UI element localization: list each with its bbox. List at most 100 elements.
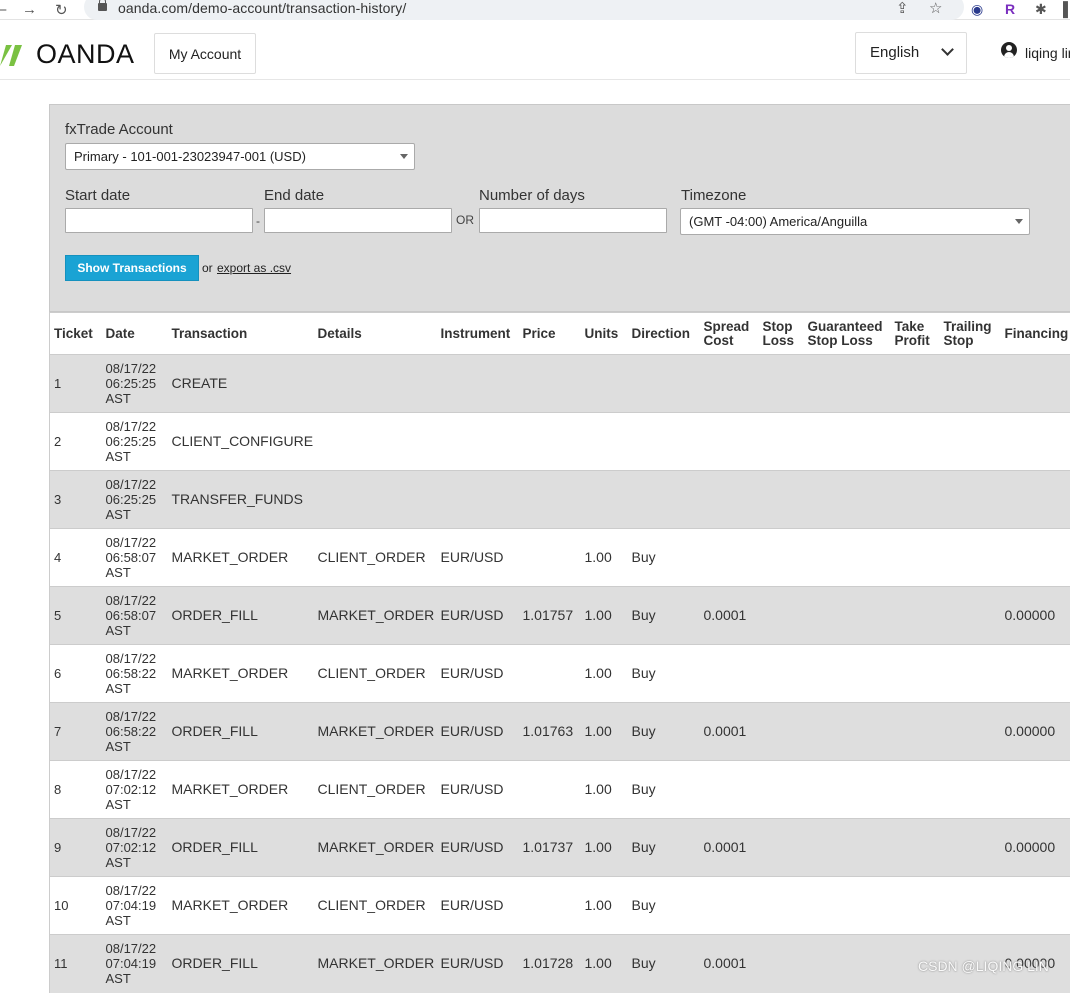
trailing-stop-cell	[940, 529, 1001, 587]
instrument-cell: EUR/USD	[437, 819, 519, 877]
price-cell	[519, 645, 581, 703]
table-row[interactable]: 1008/17/22 07:04:19 ASTMARKET_ORDERCLIEN…	[50, 877, 1070, 935]
direction-cell	[628, 471, 700, 529]
oanda-logo-icon[interactable]	[0, 42, 26, 68]
account-select[interactable]: Primary - 101-001-23023947-001 (USD)	[65, 143, 415, 170]
ticket-cell: 6	[50, 645, 102, 703]
date-cell: 08/17/22 07:02:12 AST	[102, 819, 168, 877]
reload-icon[interactable]: ↻	[55, 1, 68, 19]
timezone-select[interactable]: (GMT -04:00) America/Anguilla	[680, 208, 1030, 235]
details-cell: CLIENT_ORDER	[314, 645, 437, 703]
spread-cost-cell	[700, 529, 759, 587]
transaction-cell: CLIENT_CONFIGURE	[168, 413, 314, 471]
table-row[interactable]: 308/17/22 06:25:25 ASTTRANSFER_FUNDS	[50, 471, 1070, 529]
stop-loss-cell	[759, 413, 804, 471]
or-separator: OR	[456, 213, 474, 227]
table-row[interactable]: 708/17/22 06:58:22 ASTORDER_FILLMARKET_O…	[50, 703, 1070, 761]
spread-cost-cell	[700, 471, 759, 529]
guaranteed-stop-loss-cell	[804, 819, 891, 877]
table-row[interactable]: 108/17/22 06:25:25 ASTCREATE	[50, 355, 1070, 413]
bookmark-star-icon[interactable]: ☆	[929, 0, 942, 17]
instrument-cell: EUR/USD	[437, 529, 519, 587]
date-range-separator: -	[256, 214, 260, 228]
table-row[interactable]: 908/17/22 07:02:12 ASTORDER_FILLMARKET_O…	[50, 819, 1070, 877]
direction-cell: Buy	[628, 529, 700, 587]
column-header[interactable]: Trailing Stop	[940, 313, 1001, 355]
forward-arrow-icon[interactable]: →	[22, 1, 37, 18]
end-date-label: End date	[264, 187, 324, 204]
column-header[interactable]: Take Profit	[891, 313, 940, 355]
stop-loss-cell	[759, 355, 804, 413]
table-row[interactable]: 208/17/22 06:25:25 ASTCLIENT_CONFIGURE	[50, 413, 1070, 471]
share-icon[interactable]: ⇪	[896, 0, 909, 17]
end-date-input[interactable]	[264, 208, 452, 233]
dropdown-caret-icon	[1015, 219, 1023, 224]
instrument-cell: EUR/USD	[437, 703, 519, 761]
column-header[interactable]: Instrument	[437, 313, 519, 355]
column-header[interactable]: Direction	[628, 313, 700, 355]
date-cell: 08/17/22 06:58:22 AST	[102, 645, 168, 703]
stop-loss-cell	[759, 819, 804, 877]
price-cell	[519, 355, 581, 413]
trailing-stop-cell	[940, 645, 1001, 703]
column-header[interactable]: Ticket	[50, 313, 102, 355]
trailing-stop-cell	[940, 587, 1001, 645]
instrument-cell: EUR/USD	[437, 877, 519, 935]
back-arrow-icon[interactable]: –	[0, 1, 6, 18]
units-cell	[581, 471, 628, 529]
details-cell: CLIENT_ORDER	[314, 877, 437, 935]
ticket-cell: 8	[50, 761, 102, 819]
stop-loss-cell	[759, 645, 804, 703]
units-cell: 1.00	[581, 877, 628, 935]
number-of-days-input[interactable]	[479, 208, 667, 233]
details-cell	[314, 355, 437, 413]
column-header[interactable]: Units	[581, 313, 628, 355]
user-avatar-icon[interactable]	[1001, 42, 1017, 58]
spread-cost-cell	[700, 645, 759, 703]
units-cell: 1.00	[581, 819, 628, 877]
price-cell	[519, 471, 581, 529]
start-date-input[interactable]	[65, 208, 253, 233]
address-bar[interactable]: oanda.com/demo-account/transaction-histo…	[84, 0, 964, 20]
column-header[interactable]: Guaranteed Stop Loss	[804, 313, 891, 355]
user-name[interactable]: liqing lin	[1025, 45, 1070, 61]
extension-m-icon[interactable]: ◉	[971, 1, 983, 18]
stop-loss-cell	[759, 761, 804, 819]
date-cell: 08/17/22 07:02:12 AST	[102, 761, 168, 819]
instrument-cell	[437, 413, 519, 471]
column-header[interactable]: Financing	[1001, 313, 1070, 355]
extension-r-icon[interactable]: R	[1005, 1, 1015, 17]
column-header[interactable]: Details	[314, 313, 437, 355]
table-row[interactable]: 508/17/22 06:58:07 ASTORDER_FILLMARKET_O…	[50, 587, 1070, 645]
start-date-label: Start date	[65, 187, 130, 204]
language-select[interactable]: English	[855, 32, 967, 74]
table-row[interactable]: 408/17/22 06:58:07 ASTMARKET_ORDERCLIENT…	[50, 529, 1070, 587]
units-cell: 1.00	[581, 529, 628, 587]
units-cell: 1.00	[581, 703, 628, 761]
ticket-cell: 2	[50, 413, 102, 471]
column-header[interactable]: Stop Loss	[759, 313, 804, 355]
spread-cost-cell	[700, 761, 759, 819]
menu-icon[interactable]: ▌	[1063, 1, 1070, 17]
details-cell: MARKET_ORDER	[314, 819, 437, 877]
url-text[interactable]: oanda.com/demo-account/transaction-histo…	[118, 0, 406, 16]
my-account-button[interactable]: My Account	[154, 33, 256, 74]
column-header[interactable]: Spread Cost	[700, 313, 759, 355]
price-cell: 1.01757	[519, 587, 581, 645]
guaranteed-stop-loss-cell	[804, 529, 891, 587]
stop-loss-cell	[759, 471, 804, 529]
column-header[interactable]: Date	[102, 313, 168, 355]
details-cell: CLIENT_ORDER	[314, 761, 437, 819]
column-header[interactable]: Transaction	[168, 313, 314, 355]
stop-loss-cell	[759, 703, 804, 761]
table-row[interactable]: 808/17/22 07:02:12 ASTMARKET_ORDERCLIENT…	[50, 761, 1070, 819]
column-header[interactable]: Price	[519, 313, 581, 355]
date-cell: 08/17/22 06:58:07 AST	[102, 587, 168, 645]
oanda-logo-text[interactable]: OANDA	[36, 39, 135, 70]
export-csv-link[interactable]: export as .csv	[217, 261, 291, 275]
table-row[interactable]: 608/17/22 06:58:22 ASTMARKET_ORDERCLIENT…	[50, 645, 1070, 703]
puzzle-icon[interactable]: ✱	[1035, 1, 1047, 18]
trailing-stop-cell	[940, 471, 1001, 529]
show-transactions-button[interactable]: Show Transactions	[65, 255, 199, 281]
take-profit-cell	[891, 413, 940, 471]
